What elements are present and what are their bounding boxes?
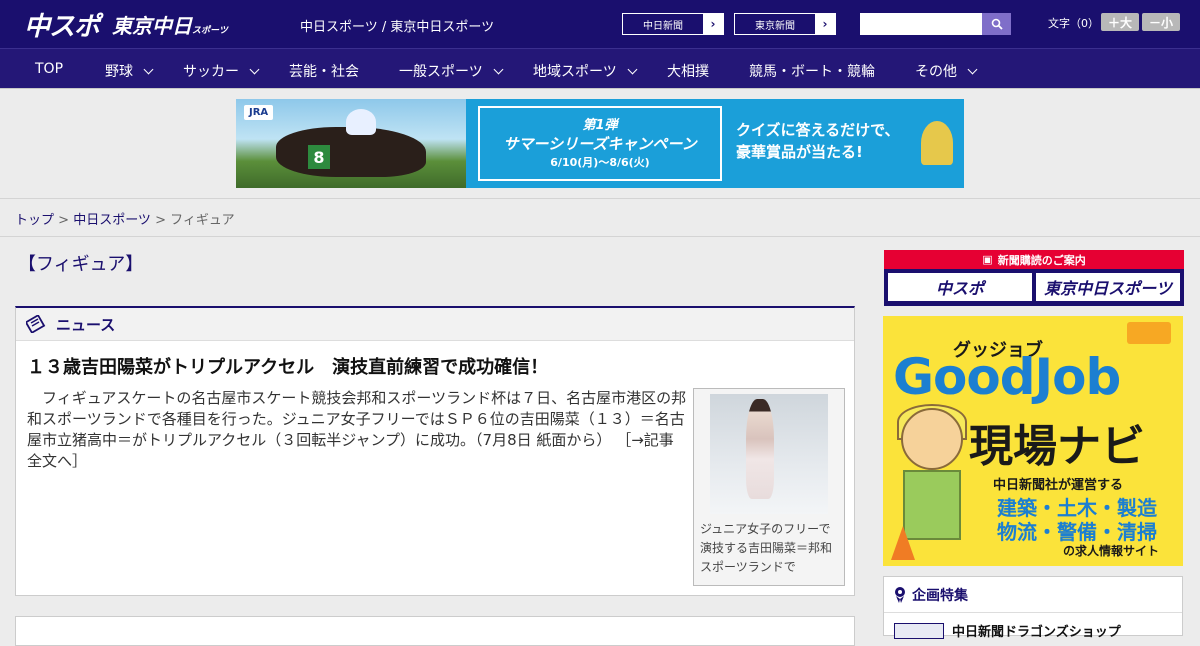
campaign-dates: 6/10(月)～8/6(火) — [550, 156, 650, 169]
nav-item-other[interactable]: その他 — [915, 61, 978, 81]
font-larger-button[interactable]: ＋大 — [1101, 13, 1139, 31]
nav-item-local-sports[interactable]: 地域スポーツ — [533, 61, 638, 81]
tokyo-shimbun-label: 東京新聞 — [755, 20, 795, 32]
special-item-title: 中日新聞ドラゴンズショップ — [952, 625, 1121, 640]
subscription-box: ▣ 新聞購読のご案内 中スポ 東京中日スポーツ — [884, 250, 1184, 306]
nav-item-racing[interactable]: 競馬・ボート・競輪 — [749, 61, 875, 81]
tokyo-logo-small: スポーツ — [192, 26, 228, 36]
chunichi-shimbun-link[interactable]: 中日新聞 › — [622, 13, 724, 35]
tokyo-chunichi-logo[interactable]: 東京中日スポーツ — [112, 10, 228, 39]
search-icon — [991, 18, 1003, 30]
nav-label: 一般スポーツ — [399, 64, 483, 80]
nav-label: 大相撲 — [667, 64, 709, 80]
header-bar: 中スポ 東京中日スポーツ 中日スポーツ / 東京中日スポーツ 中日新聞 › 東京… — [0, 0, 1200, 48]
quiz-line1: クイズに答えるだけで、 — [736, 121, 900, 139]
search-button[interactable] — [982, 13, 1011, 35]
trophy-icon — [921, 121, 953, 165]
news-label: ニュース — [56, 315, 116, 334]
breadcrumb-current: フィギュア — [170, 213, 235, 228]
subscription-label: 新聞購読のご案内 — [997, 253, 1086, 267]
article-summary: フィギュアスケートの名古屋市スケート競技会邦和スポーツランド杯は７日、名古屋市港… — [27, 388, 687, 472]
breadcrumb-top[interactable]: トップ — [15, 213, 54, 228]
nav-label: 競馬・ボート・競輪 — [749, 64, 875, 80]
chevron-down-icon — [627, 64, 638, 74]
news-header: ニュース — [16, 308, 854, 341]
traffic-cone-icon — [891, 526, 915, 560]
jockey-image — [346, 109, 376, 135]
campaign-line1: 第1弾 — [582, 118, 618, 133]
search-input[interactable] — [860, 13, 982, 35]
worker-face — [901, 408, 963, 470]
nav-item-top[interactable]: TOP — [35, 61, 63, 77]
nav-item-sumo[interactable]: 大相撲 — [667, 61, 709, 81]
breadcrumb-chunichi-sports[interactable]: 中日スポーツ — [73, 213, 151, 228]
subscribe-tokyo-button[interactable]: 東京中日スポーツ — [1036, 273, 1180, 301]
nav-label: 地域スポーツ — [533, 64, 617, 80]
nav-item-soccer[interactable]: サッカー — [183, 61, 260, 81]
quiz-line2: 豪華賞品が当たる! — [736, 143, 863, 161]
campaign-line2: サマーシリーズキャンペーン — [503, 135, 697, 153]
saddle-number: 8 — [308, 145, 330, 169]
nav-label: サッカー — [183, 64, 239, 80]
breadcrumb-separator: > — [150, 213, 171, 228]
goodjob-site: の求人情報サイト — [1063, 544, 1160, 558]
font-size-label: 文字（0） — [1048, 17, 1099, 30]
site-title[interactable]: 中日スポーツ / 東京中日スポーツ — [300, 16, 494, 35]
breadcrumb: トップ > 中日スポーツ > フィギュア — [0, 199, 1200, 237]
article-figure: ジュニア女子のフリーで演技する吉田陽菜＝邦和スポーツランドで — [693, 388, 845, 586]
special-thumb — [894, 622, 944, 639]
chevron-right-icon: › — [703, 14, 723, 34]
goodjob-title: GoodJob — [893, 348, 1121, 406]
goodjob-ad[interactable]: グッジョブ GoodJob 現場ナビ 中日新聞社が運営する 建築・土木・製造 物… — [883, 316, 1183, 566]
subscribe-chuspo-button[interactable]: 中スポ — [888, 273, 1032, 301]
news-section: ニュース １３歳吉田陽菜がトリプルアクセル 演技直前練習で成功確信！ フィギュア… — [15, 306, 855, 596]
chevron-right-icon: › — [815, 14, 835, 34]
chunichi-shimbun-label: 中日新聞 — [643, 20, 683, 32]
ribbon-icon — [895, 586, 905, 603]
tokyo-logo-text: 東京中日 — [112, 14, 192, 38]
chevron-down-icon — [143, 64, 154, 74]
nav-label: その他 — [915, 64, 957, 80]
chevron-down-icon — [493, 64, 504, 74]
goodjob-sub: 中日新聞社が運営する — [993, 478, 1124, 493]
chevron-down-icon — [967, 64, 978, 74]
goodjob-navi: 現場ナビ — [969, 421, 1145, 472]
nav-item-general-sports[interactable]: 一般スポーツ — [399, 61, 504, 81]
special-header: 企画特集 — [884, 577, 1182, 613]
next-section — [15, 616, 855, 646]
chevron-down-icon — [249, 64, 260, 74]
tokyo-shimbun-link[interactable]: 東京新聞 › — [734, 13, 836, 35]
skater-image — [746, 399, 774, 499]
quiz-text: クイズに答えるだけで、 豪華賞品が当たる! — [736, 119, 900, 163]
nav-label: 野球 — [105, 64, 133, 80]
jra-campaign-banner[interactable]: JRA 8 第1弾 サマーシリーズキャンペーン 6/10(月)～8/6(火) ク… — [236, 99, 964, 188]
ad-banner-area: JRA 8 第1弾 サマーシリーズキャンペーン 6/10(月)～8/6(火) ク… — [0, 89, 1200, 199]
subscription-header: ▣ 新聞購読のご案内 — [884, 250, 1184, 269]
truck-icon — [1127, 322, 1171, 344]
article-title[interactable]: １３歳吉田陽菜がトリプルアクセル 演技直前練習で成功確信！ — [27, 353, 548, 379]
nav-item-entertainment[interactable]: 芸能・社会 — [289, 61, 359, 81]
nav-label: TOP — [35, 61, 64, 77]
newspaper-icon — [26, 315, 46, 333]
jra-logo: JRA — [244, 105, 274, 120]
newspaper-icon: ▣ — [982, 253, 993, 266]
nav-item-baseball[interactable]: 野球 — [105, 61, 154, 81]
special-features: 企画特集 中日新聞ドラゴンズショップ — [883, 576, 1183, 640]
special-item[interactable]: 中日新聞ドラゴンズショップ — [894, 621, 1121, 640]
campaign-box: 第1弾 サマーシリーズキャンペーン 6/10(月)～8/6(火) — [478, 106, 722, 181]
font-smaller-button[interactable]: －小 — [1142, 13, 1180, 31]
special-title: 企画特集 — [912, 587, 968, 604]
photo-caption: ジュニア女子のフリーで演技する吉田陽菜＝邦和スポーツランドで — [700, 522, 833, 574]
nav-label: 芸能・社会 — [289, 64, 359, 80]
page-title: 【フィギュア】 — [18, 254, 144, 275]
article-body: フィギュアスケートの名古屋市スケート競技会邦和スポーツランド杯は７日、名古屋市港… — [27, 389, 687, 449]
chuspo-logo[interactable]: 中スポ — [24, 6, 100, 43]
breadcrumb-separator: > — [54, 213, 74, 228]
goodjob-line2: 物流・警備・清掃 — [997, 520, 1157, 544]
